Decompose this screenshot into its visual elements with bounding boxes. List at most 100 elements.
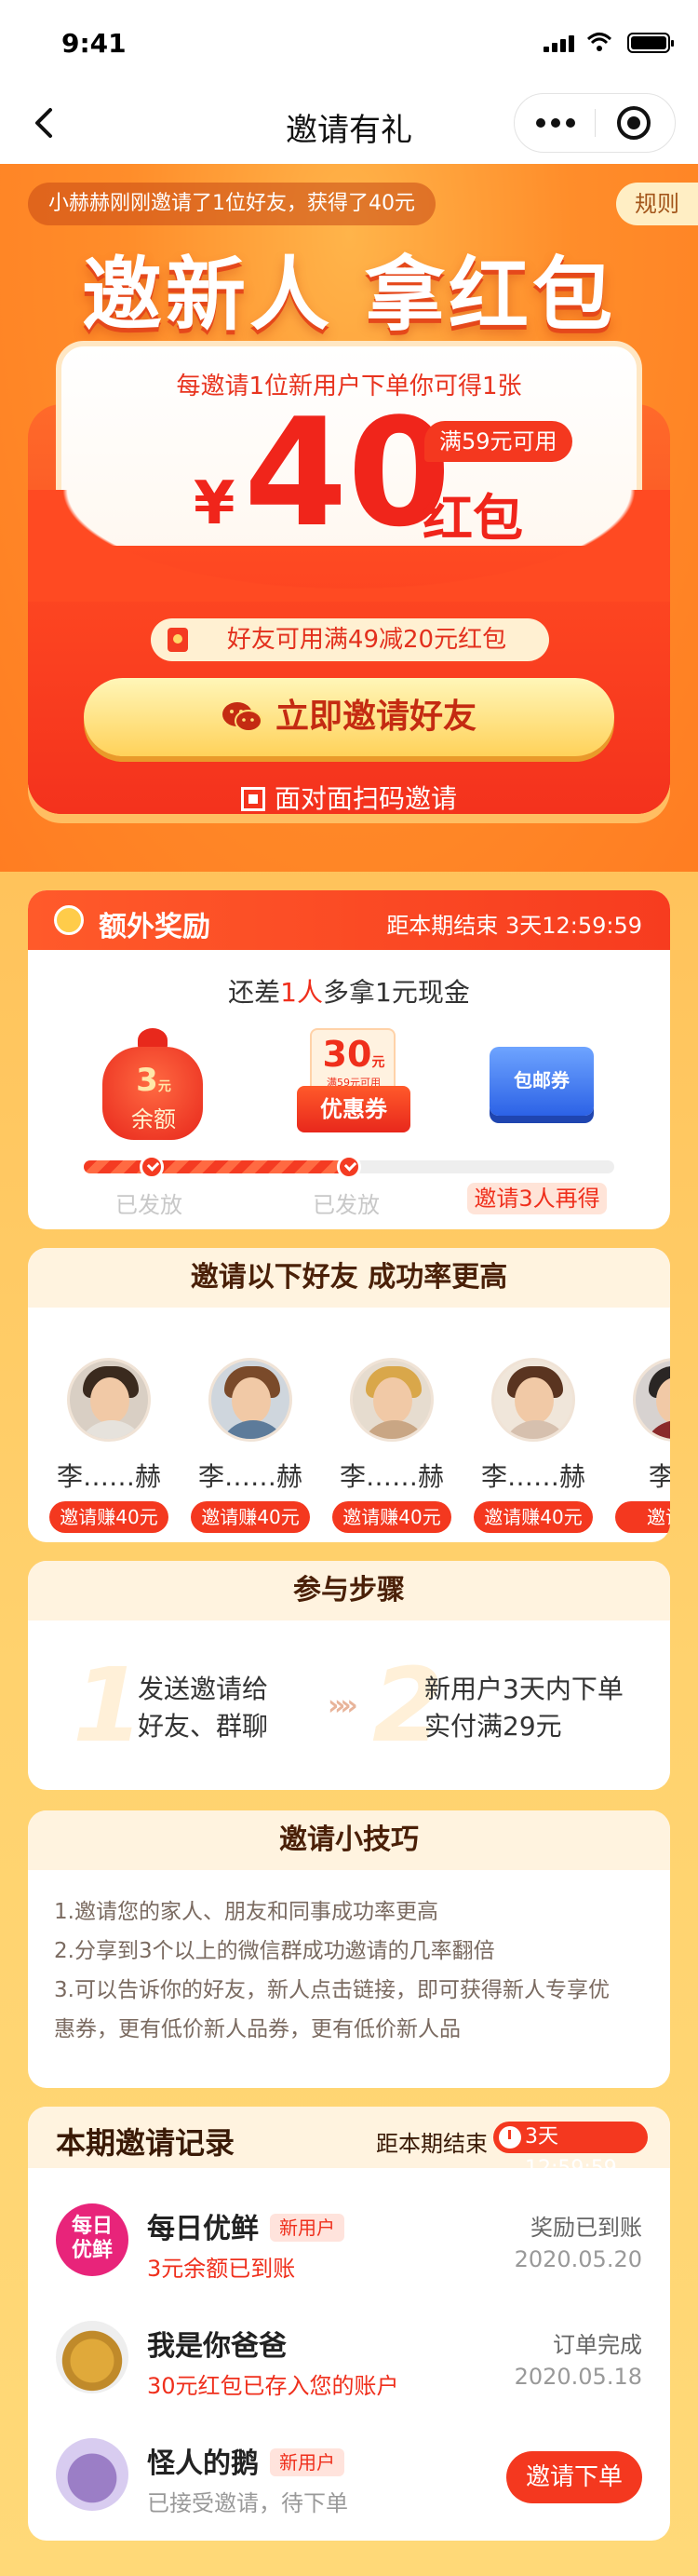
record-title: 本期邀请记录 [56, 2125, 235, 2161]
wifi-icon [586, 33, 612, 51]
invite-order-button[interactable]: 邀请下单 [506, 2451, 642, 2503]
invite-ticker: 小赫赫刚刚邀请了1位好友，获得了40元 [28, 183, 436, 225]
shipping-label: 包邮券 [514, 1069, 570, 1091]
friend-gift-pill: 好友可用满49减20元红包 [151, 618, 549, 661]
friend-name: 李… [648, 1461, 670, 1492]
record-row: 怪人的鹅 新用户 已接受邀请，待下单 邀请下单 [28, 2416, 670, 2528]
record-name: 怪人的鹅 新用户 [147, 2440, 344, 2481]
record-date: 2020.05.20 [514, 2246, 642, 2272]
bonus-timer: 距本期结束 3天12:59:59 [386, 913, 642, 939]
mini-program-capsule [514, 93, 676, 153]
record-name-text: 每日优鲜 [147, 2213, 259, 2245]
bonus-tip-count: 1人 [280, 977, 323, 1008]
shipping-coupon: 包邮券 [490, 1047, 594, 1116]
tip-item: 惠券，更有低价新人品券，更有低价新人品 [54, 2017, 461, 2041]
record-row: 每日优鲜 每日优鲜 新用户 3元余额已到账 奖励已到账 2020.05.20 [28, 2181, 670, 2293]
status-bar: 9:41 [0, 0, 698, 82]
friend-name: 李……赫 [56, 1461, 161, 1492]
friend-name: 李……赫 [480, 1461, 585, 1492]
record-row: 我是你爸爸 30元红包已存入您的账户 订单完成 2020.05.18 [28, 2298, 670, 2410]
bonus-progress-bar [84, 1155, 614, 1179]
tips-list: 1.邀请您的家人、朋友和同事成功率更高 2.分享到3个以上的微信群成功邀请的几率… [28, 1870, 670, 2071]
friends-title: 邀请以下好友 成功率更高 [28, 1248, 670, 1308]
coupon-label: 优惠券 [297, 1086, 410, 1132]
steps-title: 参与步骤 [28, 1561, 670, 1620]
step-line: 发送邀请给 [138, 1674, 269, 1704]
user-avatar [56, 2438, 128, 2511]
avatar [67, 1358, 151, 1442]
invite-badge[interactable]: 邀请赚40元 [332, 1501, 451, 1533]
friend-item[interactable]: 李……赫 邀请赚40元 [39, 1358, 179, 1533]
bonus-title: 额外奖励 [99, 911, 210, 943]
friend-item[interactable]: 李……赫 邀请赚40元 [322, 1358, 462, 1533]
record-header: 本期邀请记录 距本期结束 3天12:59:59 [28, 2107, 670, 2180]
wechat-icon [221, 702, 262, 732]
step-label: 已发放 [115, 1192, 182, 1218]
bonus-header: 额外奖励 距本期结束 3天12:59:59 [28, 890, 670, 950]
coupon-amount: 30元 [322, 1034, 385, 1075]
user-avatar [56, 2321, 128, 2393]
friend-item[interactable]: 李… 邀请赚 [605, 1358, 670, 1533]
record-timer-value: 3天12:59:59 [525, 2125, 617, 2180]
record-timer-label: 距本期结束 [376, 2131, 488, 2157]
check-icon [140, 1155, 164, 1179]
app-logo-text: 每日优鲜 [71, 2215, 113, 2262]
tips-title: 邀请小技巧 [28, 1810, 670, 1870]
hero-banner: 小赫赫刚刚邀请了1位好友，获得了40元 规则 邀新人 拿红包 ✦ ✦ ✦ 每邀请… [0, 164, 698, 872]
invite-friends-button[interactable]: 立即邀请好友 [84, 678, 614, 756]
record-date: 2020.05.18 [514, 2364, 642, 2390]
step-text: 发送邀请给 好友、群聊 [138, 1671, 268, 1745]
scan-link-label: 面对面扫码邀请 [274, 783, 457, 814]
friend-item[interactable]: 李……赫 邀请赚40元 [181, 1358, 320, 1533]
record-desc: 30元红包已存入您的账户 [147, 2373, 399, 2399]
app-logo: 每日优鲜 [56, 2203, 128, 2276]
status-time: 9:41 [61, 28, 127, 59]
step-line: 好友、群聊 [138, 1711, 269, 1742]
steps-card: 参与步骤 1 发送邀请给 好友、群聊 »» 2 新用户3天内下单 实付满29元 [28, 1561, 670, 1790]
scan-invite-link[interactable]: 面对面扫码邀请 [0, 779, 698, 816]
tips-card: 邀请小技巧 1.邀请您的家人、朋友和同事成功率更高 2.分享到3个以上的微信群成… [28, 1810, 670, 2088]
record-desc: 3元余额已到账 [147, 2256, 296, 2282]
invite-badge[interactable]: 邀请赚40元 [474, 1501, 593, 1533]
invite-badge[interactable]: 邀请赚 [615, 1501, 670, 1533]
step-number: 1 [73, 1646, 144, 1765]
invite-record-card: 本期邀请记录 距本期结束 3天12:59:59 每日优鲜 每日优鲜 新用户 3元余… [28, 2107, 670, 2541]
rules-button[interactable]: 规则 [616, 183, 698, 225]
signal-icon [544, 34, 577, 52]
step-line: 实付满29元 [424, 1711, 562, 1742]
avatar [491, 1358, 575, 1442]
record-timer: 3天12:59:59 [493, 2122, 648, 2180]
avatar [208, 1358, 292, 1442]
invite-badge[interactable]: 邀请赚40元 [191, 1501, 310, 1533]
friend-item[interactable]: 李……赫 邀请赚40元 [463, 1358, 603, 1533]
coin-icon [54, 905, 84, 935]
record-desc: 已接受邀请，待下单 [147, 2490, 348, 2516]
capsule-divider [595, 109, 596, 137]
step-text: 新用户3天内下单 实付满29元 [424, 1671, 624, 1745]
nav-bar: 邀请有礼 [0, 82, 698, 164]
record-name: 每日优鲜 新用户 [147, 2205, 344, 2246]
red-packet-icon [168, 628, 188, 652]
step-line: 新用户3天内下单 [424, 1674, 624, 1704]
new-user-tag: 新用户 [270, 2214, 344, 2242]
check-icon [337, 1155, 361, 1179]
record-status: 订单完成 [553, 2332, 642, 2358]
record-name-text: 怪人的鹅 [147, 2447, 259, 2480]
friend-name: 李……赫 [197, 1461, 302, 1492]
tip-item: 1.邀请您的家人、朋友和同事成功率更高 [54, 1900, 438, 1924]
tip-item: 3.可以告诉你的好友，新人点击链接，即可获得新人专享优 [54, 1978, 610, 2002]
invite-button-label: 立即邀请好友 [275, 698, 477, 736]
bonus-tip-suffix: 多拿1元现金 [323, 977, 470, 1008]
arrow-icon: »» [328, 1689, 358, 1722]
close-target-icon[interactable] [617, 106, 651, 140]
friend-name: 李……赫 [339, 1461, 444, 1492]
condition-tag: 满59元可用 [424, 421, 572, 462]
friend-gift-text: 好友可用满49减20元红包 [226, 626, 507, 654]
progress-fill [84, 1160, 349, 1173]
avatar [633, 1358, 670, 1442]
more-icon[interactable] [515, 94, 596, 152]
bonus-card: 额外奖励 距本期结束 3天12:59:59 还差1人多拿1元现金 3元 余额 3… [28, 890, 670, 1229]
invite-badge[interactable]: 邀请赚40元 [49, 1501, 168, 1533]
bonus-tip: 还差1人多拿1元现金 [28, 972, 670, 1010]
shipping-reward: 包邮券 [482, 1021, 603, 1142]
